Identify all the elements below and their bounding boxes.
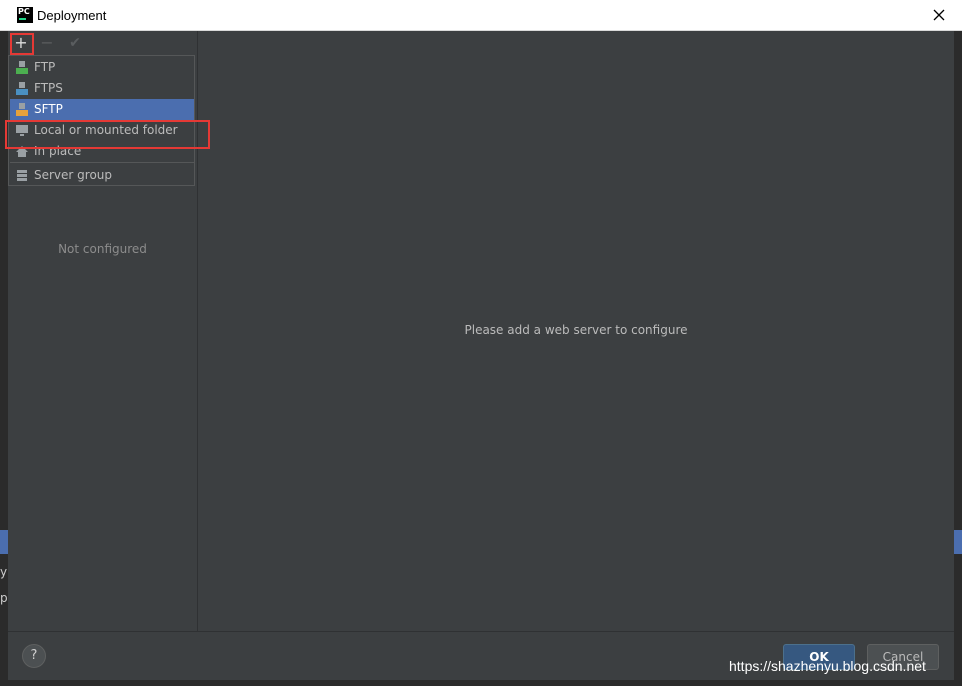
ftps-icon: [16, 82, 28, 95]
remove-server-button[interactable]: −: [37, 33, 57, 53]
help-button[interactable]: ?: [22, 644, 46, 668]
server-type-popup: FTP FTPS SFTP Local or mounted folder In…: [5, 55, 210, 186]
server-group-icon: [17, 170, 27, 181]
close-icon: [933, 9, 945, 21]
popup-item-ftps[interactable]: FTPS: [10, 78, 194, 99]
close-button[interactable]: [924, 1, 954, 30]
server-list-panel: + − ✔ FTP FTPS SFTP Local or mounted fol…: [5, 31, 210, 631]
server-toolbar: + − ✔: [8, 31, 197, 55]
deployment-dialog: + − ✔ FTP FTPS SFTP Local or mounted fol…: [5, 31, 954, 680]
popup-item-ftp[interactable]: FTP: [10, 57, 194, 78]
watermark: https://shazhenyu.blog.csdn.net: [729, 658, 926, 674]
sftp-icon: [16, 103, 28, 116]
popup-item-label: FTPS: [34, 81, 63, 95]
configure-message: Please add a web server to configure: [464, 323, 688, 337]
empty-list-text: Not configured: [58, 242, 147, 256]
background-text: y: [0, 565, 8, 579]
background-window-strip: [0, 530, 8, 554]
window-title: Deployment: [37, 8, 107, 23]
popup-separator: [10, 162, 194, 163]
popup-item-label: SFTP: [34, 102, 63, 116]
popup-item-label: FTP: [34, 60, 56, 74]
annotation-highlight-add: [10, 33, 34, 55]
popup-item-server-group[interactable]: Server group: [10, 165, 194, 186]
title-bar: PC Deployment: [0, 0, 962, 31]
apply-default-button[interactable]: ✔: [65, 33, 85, 53]
pycharm-app-icon: PC: [17, 7, 33, 23]
background-text: p: [0, 591, 8, 605]
ftp-icon: [16, 61, 28, 74]
background-window-strip: [954, 530, 962, 554]
popup-item-label: Server group: [34, 168, 113, 182]
popup-item-sftp[interactable]: SFTP: [10, 99, 194, 120]
annotation-highlight-sftp: [5, 120, 210, 149]
